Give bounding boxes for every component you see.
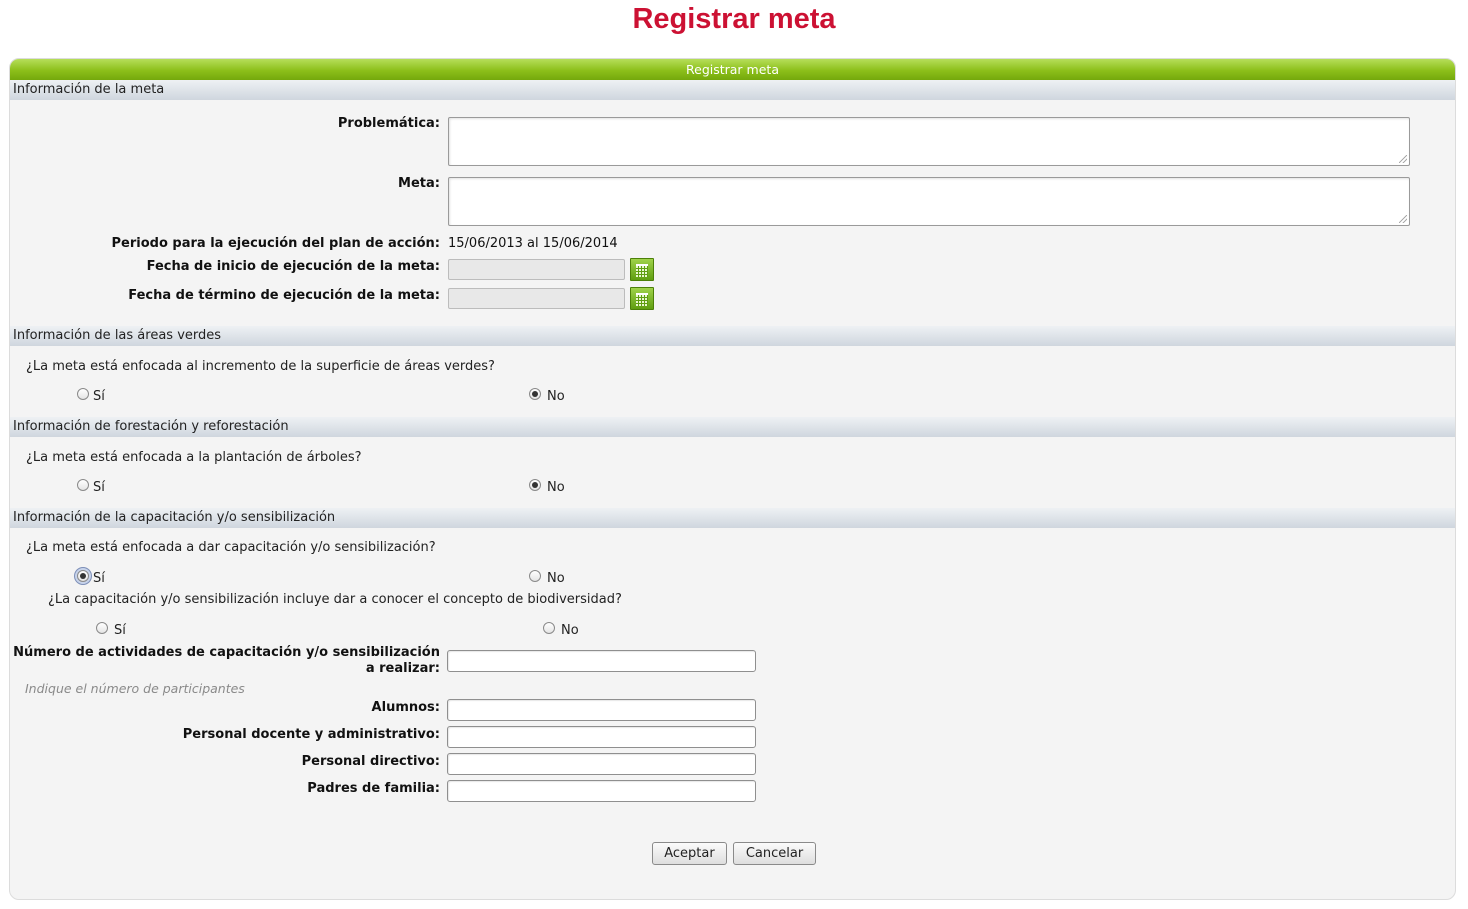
areas-verdes-no-radio[interactable] <box>529 388 541 400</box>
padres-label: Padres de familia: <box>307 781 440 796</box>
cancel-button[interactable]: Cancelar <box>733 842 816 865</box>
num-actividades-input[interactable] <box>447 650 756 672</box>
biodiversidad-si-label: Sí <box>114 623 126 638</box>
fecha-termino-label: Fecha de término de ejecución de la meta… <box>128 288 440 303</box>
panel-header: Registrar meta <box>10 59 1455 80</box>
capacitacion-no-radio[interactable] <box>529 570 541 582</box>
page-title: Registrar meta <box>632 3 836 35</box>
biodiversidad-no-label: No <box>561 623 579 638</box>
section-areas-verdes-title: Información de las áreas verdes <box>10 326 1455 346</box>
capacitacion-si-radio[interactable] <box>77 570 89 582</box>
forestacion-no-label: No <box>547 480 565 495</box>
section-meta-title: Información de la meta <box>10 80 1455 100</box>
resize-grip-icon[interactable] <box>1399 155 1407 163</box>
forestacion-si-radio[interactable] <box>77 479 89 491</box>
areas-verdes-no-label: No <box>547 389 565 404</box>
directivo-input[interactable] <box>447 753 756 775</box>
alumnos-input[interactable] <box>447 699 756 721</box>
fecha-termino-input[interactable] <box>448 288 625 309</box>
section-forestacion-title: Información de forestación y reforestaci… <box>10 417 1455 437</box>
alumnos-label: Alumnos: <box>371 700 440 715</box>
meta-label: Meta: <box>398 176 440 191</box>
areas-verdes-si-label: Sí <box>93 389 105 404</box>
biodiversidad-no-radio[interactable] <box>543 622 555 634</box>
participantes-hint: Indique el número de participantes <box>25 681 245 696</box>
calendar-face <box>636 293 648 306</box>
docente-label: Personal docente y administrativo: <box>182 727 440 742</box>
problematica-label: Problemática: <box>337 116 440 131</box>
accept-button[interactable]: Aceptar <box>652 842 727 865</box>
forestacion-question: ¿La meta está enfocada a la plantación d… <box>26 450 362 465</box>
form-panel: Registrar meta Información de la meta Pr… <box>9 58 1456 900</box>
meta-textarea[interactable] <box>448 177 1410 226</box>
capacitacion-si-label: Sí <box>93 571 105 586</box>
padres-input[interactable] <box>447 780 756 802</box>
capacitacion-question: ¿La meta está enfocada a dar capacitació… <box>26 540 436 555</box>
areas-verdes-si-radio[interactable] <box>77 388 89 400</box>
calendar-icon[interactable] <box>630 287 654 310</box>
problematica-textarea[interactable] <box>448 117 1410 166</box>
num-actividades-label: Número de actividades de capacitación y/… <box>13 645 440 676</box>
section-capacitacion-title: Información de la capacitación y/o sensi… <box>10 508 1455 528</box>
forestacion-no-radio[interactable] <box>529 479 541 491</box>
docente-input[interactable] <box>447 726 756 748</box>
periodo-value: 15/06/2013 al 15/06/2014 <box>448 236 618 251</box>
resize-grip-icon[interactable] <box>1399 215 1407 223</box>
capacitacion-no-label: No <box>547 571 565 586</box>
forestacion-si-label: Sí <box>93 480 105 495</box>
calendar-face <box>636 264 648 277</box>
directivo-label: Personal directivo: <box>301 754 440 769</box>
fecha-inicio-label: Fecha de inicio de ejecución de la meta: <box>146 259 440 274</box>
areas-verdes-question: ¿La meta está enfocada al incremento de … <box>26 359 495 374</box>
periodo-label: Periodo para la ejecución del plan de ac… <box>111 236 440 251</box>
calendar-icon[interactable] <box>630 258 654 281</box>
biodiversidad-si-radio[interactable] <box>96 622 108 634</box>
fecha-inicio-input[interactable] <box>448 259 625 280</box>
biodiversidad-question: ¿La capacitación y/o sensibilización inc… <box>48 592 622 607</box>
